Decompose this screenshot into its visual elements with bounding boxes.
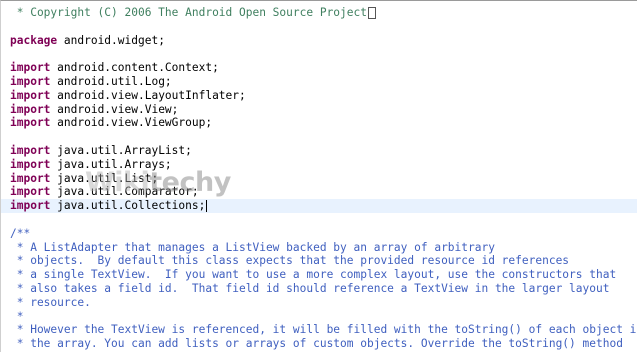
code-editor[interactable]: * Copyright (C) 2006 The Android Open So…: [0, 0, 637, 352]
code-line-package: package android.widget;: [10, 34, 637, 48]
code-lines: * Copyright (C) 2006 The Android Open So…: [1, 6, 637, 351]
import-path: android.view.ViewGroup;: [50, 116, 213, 130]
copyright-comment: * Copyright (C) 2006 The Android Open So…: [10, 6, 367, 19]
text-cursor: [206, 200, 208, 213]
import-path: android.view.LayoutInflater;: [50, 88, 246, 102]
import-keyword: import: [10, 199, 51, 213]
code-line-import: import android.util.Log;: [10, 75, 637, 89]
javadoc-line: * the array. You can add lists or arrays…: [10, 337, 623, 351]
javadoc-line: * resource.: [10, 295, 91, 309]
import-keyword: import: [10, 74, 51, 88]
import-keyword: import: [10, 143, 51, 157]
javadoc-line: * A ListAdapter that manages a ListView …: [10, 240, 495, 254]
code-line-import: import java.util.List;: [10, 172, 637, 186]
code-line-import: import android.view.View;: [10, 103, 637, 117]
javadoc-line: * objects. By default this class expects…: [10, 254, 570, 268]
code-line-copyright: * Copyright (C) 2006 The Android Open So…: [10, 6, 637, 20]
code-line-import: import java.util.Comparator;: [10, 185, 637, 199]
import-path: android.view.View;: [50, 102, 179, 116]
import-keyword: import: [10, 61, 51, 75]
javadoc-line: * a single TextView. If you want to use …: [10, 268, 617, 282]
package-name: android.widget;: [57, 33, 165, 47]
import-keyword: import: [10, 116, 51, 130]
import-path: java.util.List;: [50, 171, 159, 185]
import-keyword: import: [10, 102, 51, 116]
import-keyword: import: [10, 171, 51, 185]
import-path: java.util.Arrays;: [50, 157, 172, 171]
import-path: java.util.ArrayList;: [50, 143, 192, 157]
import-path: java.util.Comparator;: [50, 185, 199, 199]
javadoc-line: /**: [10, 226, 31, 240]
code-line-import: import android.view.ViewGroup;: [10, 116, 637, 130]
import-path: android.content.Context;: [50, 61, 219, 75]
javadoc-line: * also takes a field id. That field id s…: [10, 281, 610, 295]
import-path: java.util.Collections;: [50, 199, 206, 213]
code-line-import: import java.util.ArrayList;: [10, 144, 637, 158]
code-line-import: import java.util.Arrays;: [10, 158, 637, 172]
code-line-current[interactable]: import java.util.Collections;: [1, 199, 637, 213]
package-keyword: package: [10, 33, 58, 47]
javadoc-line: * However the TextView is referenced, it…: [10, 323, 637, 337]
import-keyword: import: [10, 88, 51, 102]
import-keyword: import: [10, 157, 51, 171]
code-line-import: import android.view.LayoutInflater;: [10, 89, 637, 103]
import-keyword: import: [10, 185, 51, 199]
code-line-import: import android.content.Context;: [10, 61, 637, 75]
special-char-marker: [367, 7, 376, 19]
import-path: android.util.Log;: [50, 74, 172, 88]
javadoc-line: *: [10, 309, 24, 323]
